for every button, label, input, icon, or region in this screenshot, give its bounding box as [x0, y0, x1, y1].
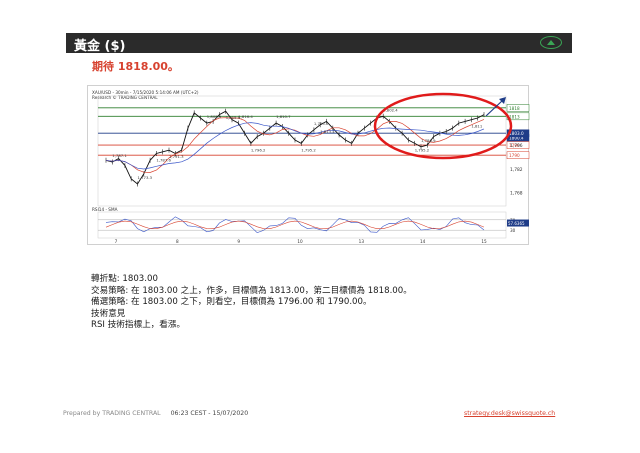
price-annotation: 1,789.9 [421, 138, 436, 143]
collapse-button[interactable] [540, 36, 562, 49]
comment-text: RSI 技術指標上，看漲。 [91, 320, 186, 331]
footer-email-link[interactable]: strategy.desk@swissquote.ch [464, 410, 555, 417]
x-tick-label: 7 [115, 239, 118, 244]
price-annotation: 1,795.2 [415, 147, 430, 152]
up-arrow-icon [547, 40, 555, 45]
chart-svg: XAU/USD - 30min - 7/15/2020 5:14:06 AM (… [92, 90, 530, 244]
y-tick-label: 1,796 [510, 143, 523, 149]
price-annotation: 1,811 [471, 124, 482, 129]
price-annotation: 1,810.7 [276, 114, 291, 119]
analysis-block: 轉折點: 1803.00 交易策略: 在 1803.00 之上，作多，目標價為 … [91, 274, 412, 332]
price-annotation: 1,791.3 [169, 154, 184, 159]
x-tick-label: 10 [297, 239, 303, 244]
price-tag-label: 1818 [509, 106, 520, 111]
page-title: 黃金 ($) [74, 39, 126, 54]
comment-title: 技術意見 [91, 308, 126, 319]
price-annotation: 1,816.4 [238, 114, 253, 119]
header-bar: 黃金 ($) [66, 33, 572, 54]
highlight-ellipse [373, 92, 513, 160]
price-tag-label: 1790 [509, 153, 520, 158]
price-chart: XAU/USD - 30min - 7/15/2020 5:14:06 AM (… [87, 85, 530, 245]
expectation-text: 期待 1818.00。 [92, 60, 179, 73]
rsi-area [97, 211, 507, 239]
price-annotation: 1,796.2 [251, 147, 266, 152]
x-tick-label: 13 [359, 239, 365, 244]
footer-prepared: Prepared by TRADING CENTRAL 06:23 CEST -… [63, 410, 248, 417]
footer-timestamp: 06:23 CEST - 15/07/2020 [170, 410, 249, 417]
x-tick-label: 9 [237, 239, 240, 244]
x-tick-label: 8 [176, 239, 179, 244]
rsi-value-label: 57.6365 [508, 221, 525, 226]
price-annotation: 1,813.4 [320, 129, 335, 134]
y-tick-label: 1,768 [510, 190, 523, 196]
price-annotation: 1,795.2 [314, 121, 329, 126]
x-tick-label: 15 [481, 239, 487, 244]
price-annotation: 1,787.1 [112, 153, 127, 158]
alternative-text: 備選策略: 在 1803.00 之下，則看空，目標價為 1796.00 和 17… [91, 297, 372, 308]
pivot-text: 轉折點: 1803.00 [91, 274, 158, 284]
rsi-label: RSI14 - SMA [92, 207, 118, 212]
price-annotation: 1,808.9 [207, 114, 222, 119]
rsi-tick: 30 [510, 228, 516, 233]
y-tick-label: 1,782 [510, 167, 523, 173]
price-annotation: 1,795.2 [301, 147, 316, 152]
prepared-by: Prepared by TRADING CENTRAL [63, 410, 161, 417]
x-tick-label: 14 [420, 239, 426, 244]
strategy-text: 交易策略: 在 1803.00 之上，作多，目標價為 1813.00，第二目標價… [91, 285, 412, 296]
price-annotation: 1,773.3 [138, 175, 153, 180]
